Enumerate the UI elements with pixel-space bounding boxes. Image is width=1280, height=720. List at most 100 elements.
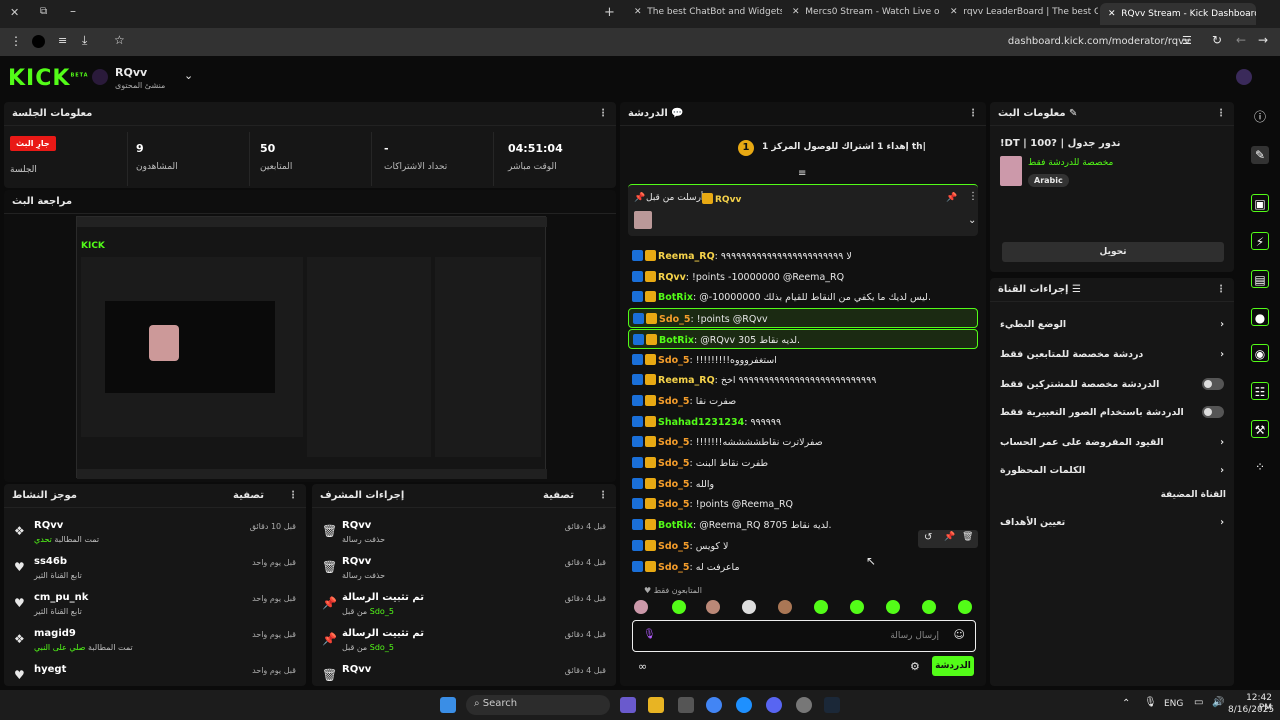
new-tab-button[interactable]: +	[604, 5, 615, 20]
more-icon[interactable]: ⋮	[1216, 108, 1226, 119]
emote-icon[interactable]	[778, 600, 792, 614]
reply-icon[interactable]: ↺	[924, 532, 932, 543]
infinity-icon[interactable]: ∞	[638, 660, 647, 673]
broadcast-icon[interactable]: ◉	[1251, 344, 1269, 362]
chat-message[interactable]: Sdo_5: طفرت نقاط البنت	[628, 453, 978, 473]
tune-icon[interactable]: ☰	[1182, 34, 1192, 47]
chat-username[interactable]: Sdo_5	[658, 479, 690, 490]
chat-username[interactable]: Sdo_5	[658, 396, 690, 407]
chat-message[interactable]: BotRix: @RQvv 305 لديه نقاط.	[628, 328, 978, 349]
profile-icon[interactable]	[32, 35, 45, 48]
emote-icon[interactable]	[814, 600, 828, 614]
edit-icon[interactable]: ✎	[1251, 146, 1269, 164]
list-item[interactable]: ♥ hyegt قبل يوم واحد	[4, 660, 306, 686]
chat-message[interactable]: Reema_RQ: لا ٩٩٩٩٩٩٩٩٩٩٩٩٩٩٩٩٩٩٩٩٩٩٩٩	[628, 246, 978, 266]
close-icon[interactable]: ✕	[950, 7, 958, 17]
chat-username[interactable]: Reema_RQ	[658, 251, 715, 262]
tab-mercs0[interactable]: ✕ Mercs0 Stream - Watch Live on	[784, 3, 940, 25]
chat-username[interactable]: Sdo_5	[658, 541, 690, 552]
close-icon[interactable]: ✕	[792, 7, 800, 17]
chat-message[interactable]: Sdo_5: !!!!!!!صفرلاترت نقاطششششه	[628, 432, 978, 452]
chat-username[interactable]: BotRix	[658, 520, 693, 531]
emoji-icon[interactable]: ☺	[954, 628, 965, 641]
setting-account-age[interactable]: القيود المفروضة على عمر الحساب ›	[990, 428, 1234, 456]
pin-icon[interactable]: 📌	[944, 532, 955, 542]
clock-date[interactable]: 8/16/2025	[1228, 705, 1274, 715]
tab-kick-dashboard[interactable]: ✕ RQvv Stream - Kick Dashboard	[1100, 3, 1256, 25]
restore-window-icon[interactable]: ⧉	[40, 6, 47, 17]
gear-icon[interactable]: ⚙	[910, 660, 920, 673]
user-avatar[interactable]	[1236, 69, 1252, 85]
chevron-down-icon[interactable]: ⌄	[184, 69, 193, 82]
obs-icon[interactable]	[796, 697, 812, 713]
chat-message[interactable]: RQvv: !points -10000000 @Reema_RQ	[628, 267, 978, 287]
close-icon[interactable]: ✕	[634, 7, 642, 17]
emote-icon[interactable]	[742, 600, 756, 614]
collapse-icon[interactable]: ≡	[798, 168, 806, 179]
chat-username[interactable]: Sdo_5	[658, 499, 690, 510]
discord-icon[interactable]	[766, 697, 782, 713]
reading-list-icon[interactable]: ≡	[58, 34, 67, 47]
list-item[interactable]: ♥ ss46b تابع القناة الثير قبل يوم واحد	[4, 552, 306, 588]
taskbar-search[interactable]: ⌕ Search	[466, 695, 610, 715]
volume-icon[interactable]: 🔊	[1212, 697, 1224, 708]
emote-icon[interactable]	[958, 600, 972, 614]
chevron-up-icon[interactable]: ⌃	[1122, 698, 1130, 709]
chevron-down-icon[interactable]: ⌄	[968, 215, 976, 226]
tab-leaderboard[interactable]: ✕ rqvv LeaderBoard | The best Ch	[942, 3, 1098, 25]
emote-icon[interactable]	[634, 600, 648, 614]
setting-slow-mode[interactable]: الوضع البطيء ›	[990, 310, 1234, 338]
setting-banned-words[interactable]: الكلمات المحظورة ›	[990, 456, 1234, 484]
category-link[interactable]: مخصصة للدردشة فقط	[1028, 158, 1113, 168]
reload-icon[interactable]: ↻	[1212, 33, 1222, 47]
send-chat-button[interactable]: الدردشة	[932, 656, 974, 676]
emotes-only-toggle[interactable]	[1202, 406, 1224, 418]
menu-dots-icon[interactable]: ⋮	[10, 34, 22, 48]
focus-icon[interactable]: ▣	[1251, 194, 1269, 212]
emote-icon[interactable]	[922, 600, 936, 614]
close-window-icon[interactable]: ✕	[10, 6, 19, 19]
chat-message[interactable]: Sdo_5: ماعرفت له	[628, 557, 978, 577]
chat-username[interactable]: Sdo_5	[659, 314, 691, 325]
emote-icon[interactable]	[672, 600, 686, 614]
store-icon[interactable]	[678, 697, 694, 713]
pin-icon[interactable]: 📌	[946, 193, 957, 203]
list-item[interactable]: ❖ RQvv تمت المطالبة تحدي قبل 10 دقائق	[4, 516, 306, 552]
pinned-message[interactable]: 📌 أرسلت من قبل RQvv 📌 ⋮ ⌄	[628, 184, 978, 236]
list-item[interactable]: 📌 تم تثبيت الرسالة من قبل Sdo_5 قبل 4 دقائق	[312, 624, 616, 660]
chat-username[interactable]: BotRix	[659, 335, 694, 346]
chat-username[interactable]: Reema_RQ	[658, 375, 715, 386]
chat-username[interactable]: Sdo_5	[658, 458, 690, 469]
more-icon[interactable]: ⋮	[968, 108, 978, 119]
file-explorer-icon[interactable]	[648, 697, 664, 713]
edge-icon[interactable]	[736, 697, 752, 713]
list-item[interactable]: 📌 تم تثبيت الرسالة من قبل Sdo_5 قبل 4 دقائق	[312, 588, 616, 624]
emote-icon[interactable]	[850, 600, 864, 614]
more-icon[interactable]: ⋮	[1216, 284, 1226, 295]
mic-icon[interactable]: 🎙	[1144, 697, 1157, 708]
chat-message[interactable]: Reema_RQ: ٩٩٩٩٩٩٩٩٩٩٩٩٩٩٩٩٩٩٩٩٩٩٩٩٩٩٩ اخ…	[628, 370, 978, 390]
kick-logo[interactable]: KICKBETA	[8, 66, 89, 91]
back-icon[interactable]: →	[1258, 33, 1268, 47]
layout-icon[interactable]: ☷	[1251, 382, 1269, 400]
download-icon[interactable]: ⤓	[82, 33, 87, 48]
stream-video[interactable]: KICK	[76, 216, 547, 479]
chat-message[interactable]: Sdo_5: صفرت نقا	[628, 391, 978, 411]
forward-icon[interactable]: ←	[1236, 33, 1246, 47]
language-indicator[interactable]: ENG	[1164, 699, 1183, 709]
chat-input[interactable]: 🎙 إرسال رسالة ☺	[632, 620, 976, 652]
copilot-icon[interactable]	[620, 697, 636, 713]
mic-icon[interactable]: 🎙	[643, 629, 656, 640]
close-icon[interactable]: ✕	[1108, 9, 1116, 19]
star-icon[interactable]: ☆	[114, 33, 125, 47]
more-icon[interactable]: ⋮	[288, 490, 298, 501]
chat-username[interactable]: Sdo_5	[658, 355, 690, 366]
list-item[interactable]: 🗑 RQvv حذفت رسالة قبل 4 دقائق	[312, 516, 616, 552]
emote-icon[interactable]	[706, 600, 720, 614]
chat-message[interactable]: Sdo_5: !points @Reema_RQ	[628, 494, 978, 514]
wrench-icon[interactable]: ⚒	[1251, 420, 1269, 438]
chat-icon[interactable]: ●	[1251, 308, 1269, 326]
setting-goals[interactable]: تعيين الأهداف ›	[990, 508, 1234, 536]
list-item[interactable]: 🗑 RQvv قبل 4 دقائق	[312, 660, 616, 686]
tab-chatbot[interactable]: ✕ The best ChatBot and Widgets	[626, 3, 782, 25]
